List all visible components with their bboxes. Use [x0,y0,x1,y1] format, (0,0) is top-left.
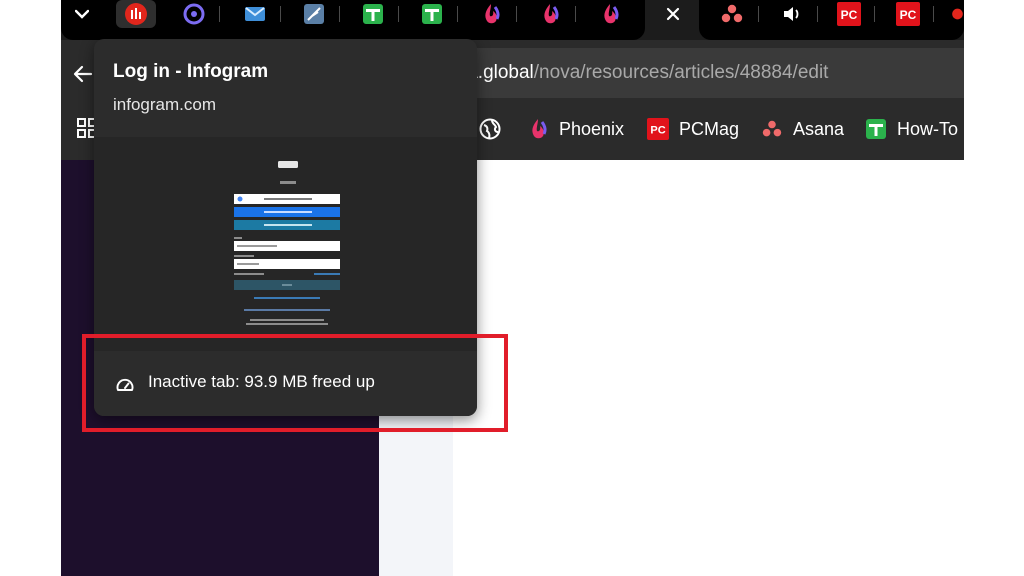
page-main-content [453,160,964,576]
globe-icon [479,118,501,140]
arrow-left-icon [73,65,93,83]
page-preview-thumbnail [94,137,477,351]
howto-plus-icon [865,118,887,140]
asana-icon[interactable] [720,2,744,26]
tab-strip: PC PC [61,0,964,40]
bookmark-asana[interactable]: Asana [761,116,844,142]
pcmag-icon[interactable]: PC [837,2,861,26]
mail-icon[interactable] [243,2,267,26]
svg-text:PC: PC [900,8,917,22]
partial-icon[interactable] [951,2,964,26]
bookmark-label: How-To [897,118,959,139]
bookmark-phoenix[interactable]: Phoenix [527,116,624,142]
bookmark-label: PCMag [679,118,740,139]
phoenix-icon [527,118,549,140]
svg-text:PC: PC [841,8,858,22]
howto-plus-icon[interactable] [420,2,444,26]
phoenix-icon[interactable] [479,2,503,26]
infogram-icon [125,3,147,25]
phoenix-icon[interactable] [598,2,622,26]
speaker-icon[interactable] [780,2,804,26]
feather-icon[interactable] [302,2,326,26]
url-path: /nova/resources/articles/48884/edit [533,62,829,83]
asana-icon [761,118,783,140]
bookmark-label: Asana [793,118,845,139]
back-button[interactable] [71,62,95,86]
howto-plus-icon[interactable] [361,2,385,26]
phoenix-icon[interactable] [538,2,562,26]
close-icon[interactable] [661,2,685,26]
bookmark-label: Phoenix [559,118,625,139]
card-title: Log in - Infogram [113,61,269,82]
pcmag-icon[interactable]: PC [896,2,920,26]
highlight-annotation [82,334,508,432]
bookmark-howto[interactable]: How-To [865,116,958,142]
pcmag-icon: PC [647,118,669,140]
firefox-relay-icon[interactable] [182,2,206,26]
card-domain: infogram.com [113,95,216,114]
tab-infogram[interactable] [116,0,156,28]
svg-text:PC: PC [650,125,665,137]
address-bar-url[interactable]: ia.global/nova/resources/articles/48884/… [463,62,828,84]
bookmark-globe[interactable] [479,116,501,142]
bookmark-pcmag[interactable]: PC PCMag [647,116,739,142]
login-page-thumbnail [234,161,340,325]
chevron-down-icon[interactable] [70,2,94,26]
